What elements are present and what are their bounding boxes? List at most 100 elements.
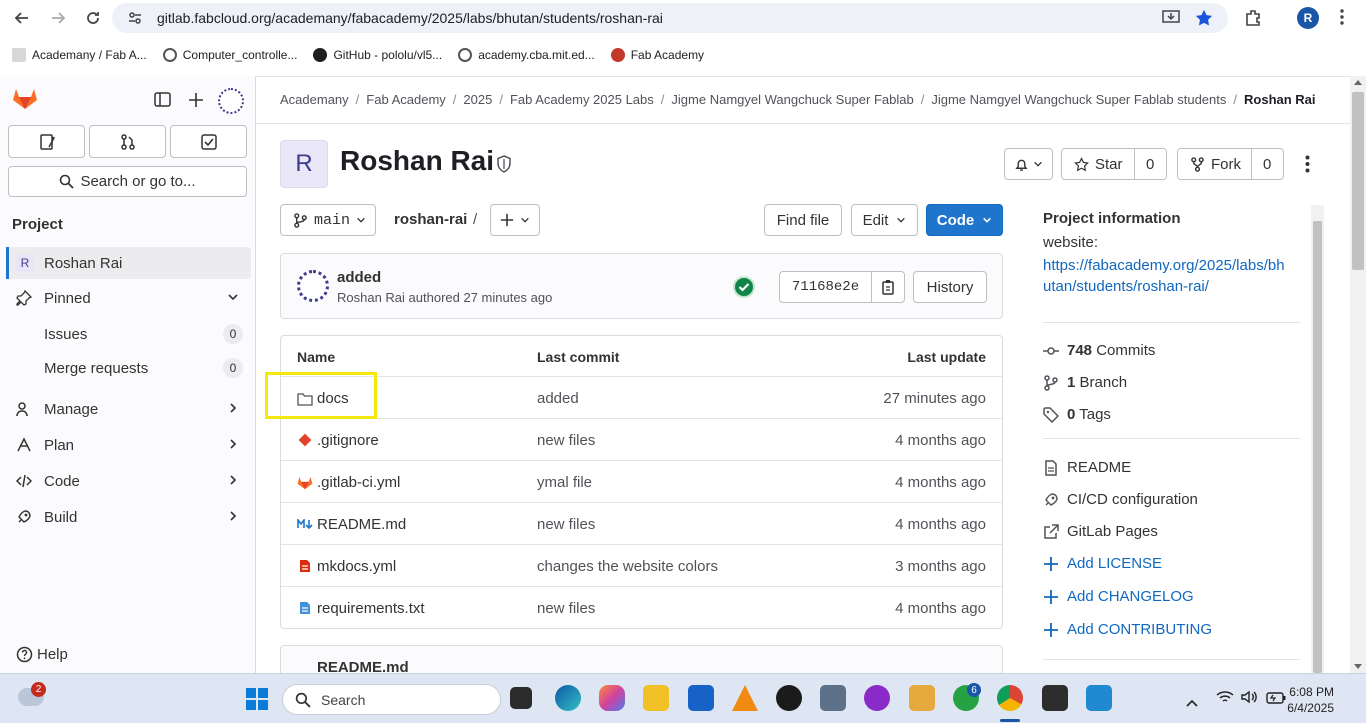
sidebar-item-issues[interactable]: Issues 0 (8, 318, 251, 350)
todo-shortcut-button[interactable] (170, 125, 247, 158)
info-panel-scroll-thumb[interactable] (1313, 221, 1322, 673)
branch-icon (1044, 374, 1058, 391)
site-info-icon[interactable] (128, 11, 142, 28)
breadcrumb-item[interactable]: Academany (280, 92, 349, 107)
sidebar-item-build[interactable]: Build (8, 501, 251, 533)
copilot-icon[interactable] (599, 685, 625, 711)
scroll-up-icon[interactable] (1354, 80, 1362, 85)
code-button[interactable]: Code (926, 204, 1003, 236)
repo-path[interactable]: roshan-rai (394, 211, 467, 228)
notification-button[interactable] (1004, 148, 1053, 180)
commit-message[interactable]: added (337, 269, 381, 286)
profile-avatar[interactable]: R (1297, 7, 1319, 29)
firefox-dev-icon[interactable] (864, 685, 890, 711)
bookmark-item[interactable]: Computer_controlle... (162, 48, 297, 62)
sidebar-item-project[interactable]: R Roshan Rai (6, 247, 251, 279)
url-text[interactable]: gitlab.fabcloud.org/academany/fabacademy… (157, 10, 663, 26)
breadcrumb-item[interactable]: Fab Academy 2025 Labs (510, 92, 654, 107)
table-row[interactable]: requirements.txt new files 4 months ago (281, 586, 1002, 628)
page-scrollbar[interactable] (1350, 76, 1366, 673)
clock[interactable]: 6:08 PM 6/4/2025 (1287, 684, 1334, 716)
fork-button[interactable]: Fork 0 (1177, 148, 1284, 180)
shield-icon[interactable] (496, 155, 512, 176)
user-avatar[interactable] (218, 88, 244, 114)
volume-icon[interactable] (1241, 690, 1259, 707)
breadcrumb-item[interactable]: Fab Academy (366, 92, 446, 107)
merge-requests-shortcut-button[interactable] (89, 125, 166, 158)
wifi-icon[interactable] (1216, 690, 1234, 707)
plus-icon[interactable] (188, 92, 204, 111)
tags-link[interactable]: 0 Tags (1043, 406, 1111, 423)
browser-menu-icon[interactable] (1340, 9, 1344, 28)
bitcoin-icon[interactable] (776, 685, 802, 711)
edge-icon[interactable] (555, 685, 581, 711)
breadcrumb-item[interactable]: Jigme Namgyel Wangchuck Super Fablab (671, 92, 913, 107)
breadcrumb-item[interactable]: Jigme Namgyel Wangchuck Super Fablab stu… (931, 92, 1226, 107)
page-scroll-thumb[interactable] (1352, 92, 1364, 270)
readme-link[interactable]: README (1043, 459, 1131, 476)
file-explorer-icon[interactable] (643, 685, 669, 711)
gitlab-logo-icon[interactable] (12, 86, 38, 113)
add-changelog-link[interactable]: Add CHANGELOG (1043, 588, 1194, 605)
copy-sha-button[interactable] (871, 271, 905, 303)
add-license-link[interactable]: Add LICENSE (1043, 555, 1162, 572)
website-link[interactable]: https://fabacademy.org/2025/labs/bh utan… (1043, 255, 1285, 297)
reload-icon[interactable] (81, 6, 105, 30)
calculator-icon[interactable] (820, 685, 846, 711)
bookmark-item[interactable]: GitHub - pololu/vl5... (313, 48, 442, 62)
extensions-icon[interactable] (1244, 8, 1264, 31)
sidebar-item-pinned[interactable]: Pinned (8, 282, 251, 314)
back-icon[interactable] (10, 6, 34, 30)
store-icon[interactable] (688, 685, 714, 711)
terminal-icon[interactable] (1042, 685, 1068, 711)
start-icon[interactable] (246, 688, 268, 710)
battery-icon[interactable] (1266, 691, 1286, 707)
taskbar-search[interactable]: Search (282, 684, 501, 715)
sidebar-item-manage[interactable]: Manage (8, 393, 251, 425)
search-or-go-button[interactable]: Search or go to... (8, 166, 247, 197)
photo-app-icon[interactable] (909, 685, 935, 711)
cicd-link[interactable]: CI/CD configuration (1043, 491, 1198, 508)
bookmark-item[interactable]: Fab Academy (610, 48, 704, 62)
find-file-button[interactable]: Find file (764, 204, 842, 236)
branches-link[interactable]: 1 Branch (1043, 374, 1127, 391)
author-avatar[interactable] (297, 270, 329, 302)
table-row[interactable]: .gitignore new files 4 months ago (281, 418, 1002, 460)
info-panel-scrollbar[interactable] (1311, 205, 1324, 673)
install-icon[interactable] (1162, 10, 1180, 29)
table-row[interactable]: mkdocs.yml changes the website colors 3 … (281, 544, 1002, 586)
table-row[interactable]: .gitlab-ci.yml ymal file 4 months ago (281, 460, 1002, 502)
tray-chevron-up-icon[interactable] (1186, 694, 1198, 710)
chrome-icon[interactable] (997, 685, 1023, 711)
sidebar-item-plan[interactable]: Plan (8, 429, 251, 461)
commit-sha[interactable]: 71168e2e (779, 271, 872, 303)
bookmark-item[interactable]: academy.cba.mit.ed... (458, 48, 595, 62)
commits-link[interactable]: 748 Commits (1043, 342, 1155, 359)
table-row[interactable]: docs added 27 minutes ago (281, 376, 1002, 418)
scroll-down-icon[interactable] (1354, 664, 1362, 669)
vscode-icon[interactable] (1086, 685, 1112, 711)
task-view-icon[interactable] (510, 687, 532, 709)
issues-shortcut-button[interactable] (8, 125, 85, 158)
more-actions-icon[interactable] (1305, 155, 1310, 176)
add-contributing-link[interactable]: Add CONTRIBUTING (1043, 621, 1212, 638)
table-row[interactable]: README.md new files 4 months ago (281, 502, 1002, 544)
toggle-sidebar-icon[interactable] (154, 92, 171, 110)
sidebar-item-merge-requests[interactable]: Merge requests 0 (8, 352, 251, 384)
add-to-tree-button[interactable] (490, 204, 540, 236)
branch-selector[interactable]: main (280, 204, 376, 236)
bookmark-item[interactable]: Academany / Fab A... (12, 48, 147, 62)
pipeline-success-icon[interactable] (733, 276, 755, 301)
sidebar-item-code[interactable]: Code (8, 465, 251, 497)
vlc-icon[interactable] (732, 685, 758, 711)
star-button[interactable]: Star 0 (1061, 148, 1167, 180)
help-button[interactable]: Help (16, 646, 68, 663)
bookmark-star-icon[interactable] (1195, 9, 1213, 30)
breadcrumb-item[interactable]: 2025 (463, 92, 492, 107)
history-button[interactable]: History (913, 271, 987, 303)
address-bar[interactable]: gitlab.fabcloud.org/academany/fabacademy… (112, 3, 1228, 33)
edit-button[interactable]: Edit (851, 204, 918, 236)
forward-icon[interactable] (46, 6, 70, 30)
breadcrumb-current[interactable]: Roshan Rai (1244, 92, 1316, 107)
pages-link[interactable]: GitLab Pages (1043, 523, 1158, 540)
